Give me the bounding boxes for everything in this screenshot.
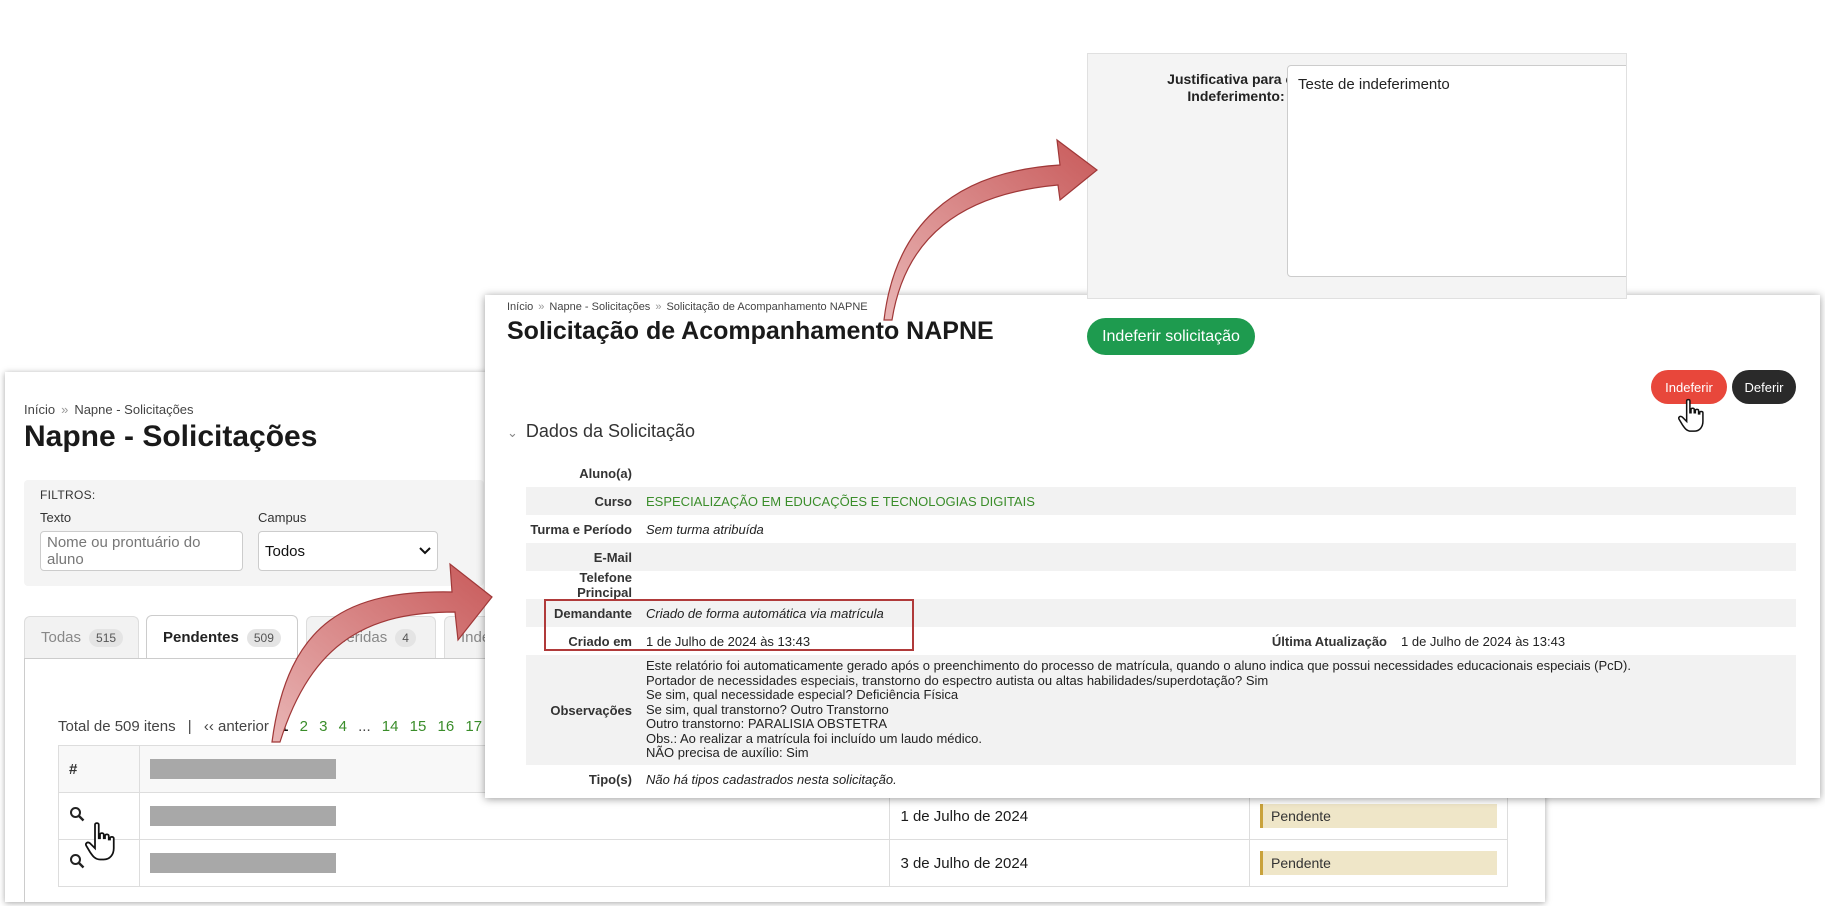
field-label: Curso: [594, 493, 632, 509]
annotation-arrow: [883, 138, 1098, 321]
pagination-page[interactable]: 2: [300, 718, 308, 735]
status-badge: Pendente: [1260, 851, 1497, 875]
chevron-down-icon: [419, 547, 431, 555]
justificativa-label-text: Justificativa para o Indeferimento:: [1167, 71, 1294, 104]
redacted-bar: [150, 759, 337, 779]
status-cell: Pendente: [1249, 839, 1508, 887]
field-turma: Turma e Período Sem turma atribuída: [526, 515, 1796, 543]
pagination-ellipsis: ...: [358, 718, 371, 735]
text-filter-label: Texto: [40, 510, 72, 525]
pagination-page[interactable]: 17: [465, 718, 482, 735]
redacted-bar: [150, 853, 337, 873]
table-row: 1 de Julho de 2024 Pendente: [57, 792, 1508, 840]
filters-panel: FILTROS: Texto Nome ou prontuário do alu…: [24, 480, 484, 586]
indeferir-solicitacao-button[interactable]: Indeferir solicitação: [1087, 318, 1255, 355]
obs-line: Se sim, qual transtorno? Outro Transtorn…: [646, 701, 889, 717]
breadcrumb-napne[interactable]: Napne - Solicitações: [74, 402, 193, 417]
justificativa-label: Justificativa para o Indeferimento: *: [1108, 71, 1294, 105]
deferir-button[interactable]: Deferir: [1732, 370, 1796, 404]
field-value-ultima-atualizacao: 1 de Julho de 2024 às 13:43: [1401, 633, 1566, 649]
field-observacoes: Observações Este relatório foi automatic…: [526, 655, 1796, 765]
breadcrumb-current: Solicitação de Acompanhamento NAPNE: [666, 301, 868, 313]
tab-todas[interactable]: Todas 515: [24, 616, 139, 658]
obs-line: Outro transtorno: PARALISIA OBSTETRA: [646, 716, 888, 732]
table-row: 3 de Julho de 2024 Pendente: [57, 839, 1508, 887]
date-cell: 3 de Julho de 2024: [889, 839, 1250, 887]
obs-line: Se sim, qual necessidade especial? Defic…: [646, 687, 959, 703]
campus-select-value: Todos: [265, 542, 306, 560]
col-header-index: #: [57, 745, 141, 793]
pagination-current: 1: [280, 718, 289, 735]
tab-count: 515: [89, 628, 124, 647]
name-cell: [139, 792, 891, 840]
campus-select[interactable]: Todos: [258, 531, 438, 571]
obs-line: Este relatório foi automaticamente gerad…: [646, 657, 1631, 673]
breadcrumb: Início » Napne - Solicitações: [24, 402, 194, 417]
obs-line: NÃO precisa de auxílio: Sim: [646, 745, 809, 761]
field-label: Aluno(a): [579, 465, 632, 481]
tab-label: Deferidas: [323, 629, 388, 646]
field-label: Telefone Principal: [577, 570, 632, 600]
pagination-prev[interactable]: ‹‹ anterior: [204, 718, 269, 735]
section-header[interactable]: ⌄ Dados da Solicitação: [507, 421, 695, 442]
highlight-box: [544, 599, 914, 651]
redacted-bar: [150, 806, 337, 826]
pagination-page[interactable]: 15: [410, 718, 427, 735]
campus-filter-label: Campus: [258, 510, 307, 525]
breadcrumb: Início » Napne - Solicitações » Solicitação …: [507, 301, 868, 313]
breadcrumb-separator: »: [655, 301, 662, 313]
pagination-total: Total de 509 itens: [58, 718, 176, 735]
filters-heading: FILTROS:: [40, 488, 96, 502]
search-icon[interactable]: [69, 806, 85, 822]
field-tipos: Tipo(s) Não há tipos cadastrados nesta s…: [526, 765, 1796, 793]
date-cell: 1 de Julho de 2024: [889, 792, 1250, 840]
field-telefone: Telefone Principal: [526, 570, 1796, 600]
obs-line: Obs.: Ao realizar a matrícula foi incluí…: [646, 730, 982, 746]
status-cell: Pendente: [1249, 792, 1508, 840]
pagination-page[interactable]: 3: [319, 718, 327, 735]
breadcrumb-separator: »: [538, 301, 545, 313]
field-value: Não há tipos cadastrados nesta solicitaç…: [646, 771, 897, 787]
field-label: Tipo(s): [588, 771, 632, 787]
section-title: Dados da Solicitação: [525, 421, 696, 441]
tab-label: Pendentes: [163, 629, 239, 646]
tab-pendentes[interactable]: Pendentes 509: [146, 615, 298, 659]
tab-label: Todas: [41, 629, 82, 646]
reject-form-panel: Justificativa para o Indeferimento: * Te…: [1087, 53, 1627, 299]
status-badge: Pendente: [1260, 804, 1497, 828]
pagination-separator: |: [187, 718, 192, 735]
page-title: Solicitação de Acompanhamento NAPNE: [507, 317, 994, 345]
page-title: Napne - Solicitações: [24, 420, 318, 453]
obs-line: Portador de necessidades especiais, tran…: [646, 672, 1269, 688]
field-label: Observações: [550, 702, 632, 718]
breadcrumb-inicio[interactable]: Início: [24, 402, 55, 417]
breadcrumb-inicio[interactable]: Início: [507, 301, 533, 313]
pagination-page[interactable]: 14: [382, 718, 399, 735]
name-cell: [139, 839, 891, 887]
field-aluno: Aluno(a): [526, 459, 1796, 487]
breadcrumb-napne[interactable]: Napne - Solicitações: [549, 301, 650, 313]
hand-pointer-icon: [85, 822, 115, 861]
field-label: Turma e Período: [530, 521, 632, 537]
breadcrumb-separator: »: [61, 402, 69, 417]
search-icon[interactable]: [69, 853, 85, 869]
hand-pointer-icon: [1678, 398, 1704, 432]
field-curso: Curso ESPECIALIZAÇÃO EM EDUCAÇÕES E TECN…: [526, 487, 1796, 515]
observacoes-text: Este relatório foi automaticamente gerad…: [646, 657, 1631, 761]
pagination: Total de 509 itens | ‹‹ anterior 1 2 3 4…: [58, 718, 482, 735]
curso-link[interactable]: ESPECIALIZAÇÃO EM EDUCAÇÕES E TECNOLOGIA…: [646, 494, 1035, 509]
tab-count: 509: [246, 628, 281, 647]
text-filter-input[interactable]: Nome ou prontuário do aluno: [40, 531, 243, 571]
tab-count: 4: [395, 628, 416, 647]
field-value: Sem turma atribuída: [646, 521, 764, 537]
tab-deferidas[interactable]: Deferidas 4: [306, 616, 436, 658]
field-email: E-Mail: [526, 543, 1796, 571]
field-label: E-Mail: [593, 549, 632, 565]
solicitacao-detail-page: Início » Napne - Solicitações » Solicitação …: [485, 295, 1820, 798]
chevron-down-icon: ⌄: [507, 425, 518, 440]
field-label-ultima-atualizacao: Última Atualização: [1271, 633, 1387, 649]
justificativa-textarea[interactable]: Teste de indeferimento: [1287, 65, 1626, 277]
pagination-page[interactable]: 16: [438, 718, 455, 735]
pagination-page[interactable]: 4: [339, 718, 347, 735]
